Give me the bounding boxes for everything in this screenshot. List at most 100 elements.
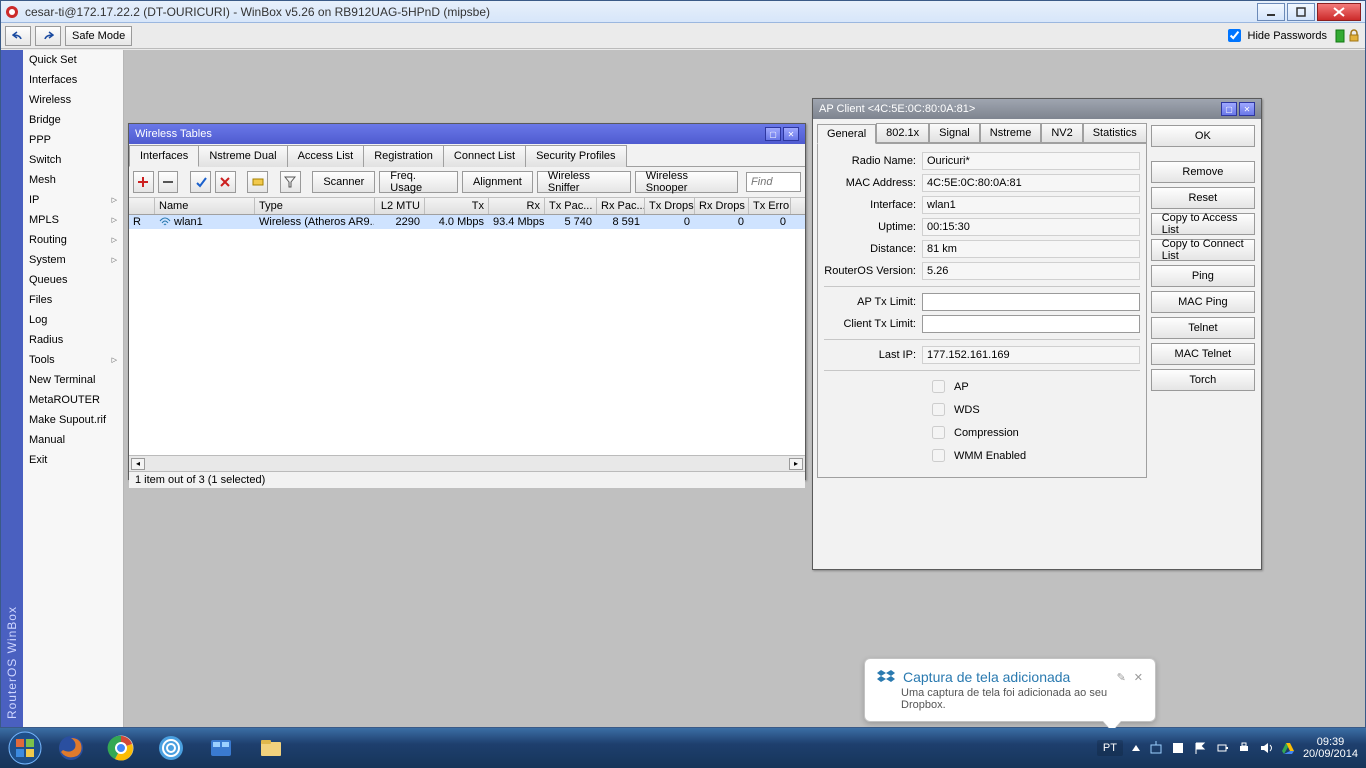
tab-statistics[interactable]: Statistics — [1083, 123, 1147, 143]
tab-registration[interactable]: Registration — [363, 145, 444, 167]
mac-ping-button[interactable]: MAC Ping — [1151, 291, 1255, 313]
wireless-tables-titlebar[interactable]: Wireless Tables ▢ ✕ — [129, 124, 805, 144]
tray-action-center-icon[interactable] — [1171, 741, 1185, 755]
column-l2mtu[interactable]: L2 MTU — [375, 198, 425, 214]
column-txerrors[interactable]: Tx Erro▼ — [749, 198, 791, 214]
sidebar-item-queues[interactable]: Queues — [23, 270, 123, 290]
ping-button[interactable]: Ping — [1151, 265, 1255, 287]
sidebar-item-routing[interactable]: Routing▷ — [23, 230, 123, 250]
sidebar-item-quick-set[interactable]: Quick Set — [23, 50, 123, 70]
tray-power-icon[interactable] — [1215, 741, 1229, 755]
freq-usage-button[interactable]: Freq. Usage — [379, 171, 458, 193]
sidebar-item-wireless[interactable]: Wireless — [23, 90, 123, 110]
column-rx[interactable]: Rx — [489, 198, 545, 214]
window-close-button[interactable]: ✕ — [783, 127, 799, 141]
sidebar-item-files[interactable]: Files — [23, 290, 123, 310]
safe-mode-button[interactable]: Safe Mode — [65, 26, 132, 46]
find-input[interactable] — [746, 172, 801, 192]
enable-button[interactable] — [190, 171, 211, 193]
tab-signal[interactable]: Signal — [929, 123, 980, 143]
ap-client-titlebar[interactable]: AP Client <4C:5E:0C:80:0A:81> ▢ ✕ — [813, 99, 1261, 119]
comment-button[interactable] — [247, 171, 268, 193]
sidebar-item-make-supout[interactable]: Make Supout.rif — [23, 410, 123, 430]
tray-printer-icon[interactable] — [1237, 741, 1251, 755]
titlebar[interactable]: cesar-ti@172.17.22.2 (DT-OURICURI) - Win… — [1, 1, 1365, 23]
sidebar-item-ip[interactable]: IP▷ — [23, 190, 123, 210]
tray-volume-icon[interactable] — [1259, 741, 1273, 755]
telnet-button[interactable]: Telnet — [1151, 317, 1255, 339]
tab-general[interactable]: General — [817, 124, 876, 144]
sidebar-item-bridge[interactable]: Bridge — [23, 110, 123, 130]
tab-nstreme[interactable]: Nstreme — [980, 123, 1042, 143]
taskbar-chrome-icon[interactable] — [96, 730, 146, 766]
sidebar-item-radius[interactable]: Radius — [23, 330, 123, 350]
sidebar-item-mpls[interactable]: MPLS▷ — [23, 210, 123, 230]
column-flag[interactable] — [129, 198, 155, 214]
window-maximize-button[interactable]: ▢ — [1221, 102, 1237, 116]
column-tx[interactable]: Tx — [425, 198, 489, 214]
scroll-right-button[interactable]: ▸ — [789, 458, 803, 470]
sidebar-item-ppp[interactable]: PPP — [23, 130, 123, 150]
tab-interfaces[interactable]: Interfaces — [129, 145, 199, 167]
tray-flag-icon[interactable] — [1193, 741, 1207, 755]
tab-nstreme-dual[interactable]: Nstreme Dual — [198, 145, 287, 167]
window-close-button[interactable]: ✕ — [1239, 102, 1255, 116]
wireless-sniffer-button[interactable]: Wireless Sniffer — [537, 171, 631, 193]
sidebar-item-new-terminal[interactable]: New Terminal — [23, 370, 123, 390]
column-type[interactable]: Type — [255, 198, 375, 214]
tray-network-icon[interactable] — [1149, 741, 1163, 755]
add-button[interactable] — [133, 171, 154, 193]
copy-connect-list-button[interactable]: Copy to Connect List — [1151, 239, 1255, 261]
tab-access-list[interactable]: Access List — [287, 145, 365, 167]
column-txdrops[interactable]: Tx Drops — [645, 198, 695, 214]
toast-settings-icon[interactable]: ✎ — [1117, 671, 1126, 684]
sidebar-item-switch[interactable]: Switch — [23, 150, 123, 170]
ok-button[interactable]: OK — [1151, 125, 1255, 147]
scanner-button[interactable]: Scanner — [312, 171, 375, 193]
remove-button[interactable]: Remove — [1151, 161, 1255, 183]
tab-8021x[interactable]: 802.1x — [876, 123, 929, 143]
redo-button[interactable] — [35, 26, 61, 46]
hide-passwords-checkbox[interactable]: Hide Passwords — [1224, 26, 1327, 45]
copy-access-list-button[interactable]: Copy to Access List — [1151, 213, 1255, 235]
start-button[interactable] — [4, 730, 46, 766]
language-indicator[interactable]: PT — [1097, 740, 1123, 756]
column-name[interactable]: Name — [155, 198, 255, 214]
filter-button[interactable] — [280, 171, 301, 193]
torch-button[interactable]: Torch — [1151, 369, 1255, 391]
sidebar-item-mesh[interactable]: Mesh — [23, 170, 123, 190]
column-rxdrops[interactable]: Rx Drops — [695, 198, 749, 214]
column-txpackets[interactable]: Tx Pac... — [545, 198, 597, 214]
disable-button[interactable] — [215, 171, 236, 193]
client-tx-limit-input[interactable] — [922, 315, 1140, 333]
remove-button[interactable] — [158, 171, 179, 193]
mac-telnet-button[interactable]: MAC Telnet — [1151, 343, 1255, 365]
taskbar-winbox-icon[interactable] — [146, 730, 196, 766]
sidebar-item-system[interactable]: System▷ — [23, 250, 123, 270]
minimize-button[interactable] — [1257, 3, 1285, 21]
taskbar-firefox-icon[interactable] — [46, 730, 96, 766]
ap-tx-limit-input[interactable] — [922, 293, 1140, 311]
tray-show-hidden-icon[interactable] — [1131, 743, 1141, 753]
sidebar-item-interfaces[interactable]: Interfaces — [23, 70, 123, 90]
tab-security-profiles[interactable]: Security Profiles — [525, 145, 626, 167]
column-rxpackets[interactable]: Rx Pac... — [597, 198, 645, 214]
toast-close-icon[interactable]: ✕ — [1134, 671, 1143, 684]
horizontal-scrollbar[interactable]: ◂ ▸ — [129, 455, 805, 471]
sidebar-item-exit[interactable]: Exit — [23, 450, 123, 470]
sidebar-item-manual[interactable]: Manual — [23, 430, 123, 450]
dropbox-notification[interactable]: Captura de tela adicionada ✎ ✕ Uma captu… — [864, 658, 1156, 722]
window-maximize-button[interactable]: ▢ — [765, 127, 781, 141]
undo-button[interactable] — [5, 26, 31, 46]
table-row[interactable]: R wlan1 Wireless (Atheros AR9... 2290 4.… — [129, 215, 805, 229]
tab-nv2[interactable]: NV2 — [1041, 123, 1082, 143]
close-button[interactable] — [1317, 3, 1361, 21]
tab-connect-list[interactable]: Connect List — [443, 145, 526, 167]
reset-button[interactable]: Reset — [1151, 187, 1255, 209]
tray-gdrive-icon[interactable] — [1281, 741, 1295, 755]
taskbar-clock[interactable]: 09:39 20/09/2014 — [1303, 736, 1358, 760]
taskbar-app-icon[interactable] — [196, 730, 246, 766]
alignment-button[interactable]: Alignment — [462, 171, 533, 193]
sidebar-item-metarouter[interactable]: MetaROUTER — [23, 390, 123, 410]
maximize-button[interactable] — [1287, 3, 1315, 21]
